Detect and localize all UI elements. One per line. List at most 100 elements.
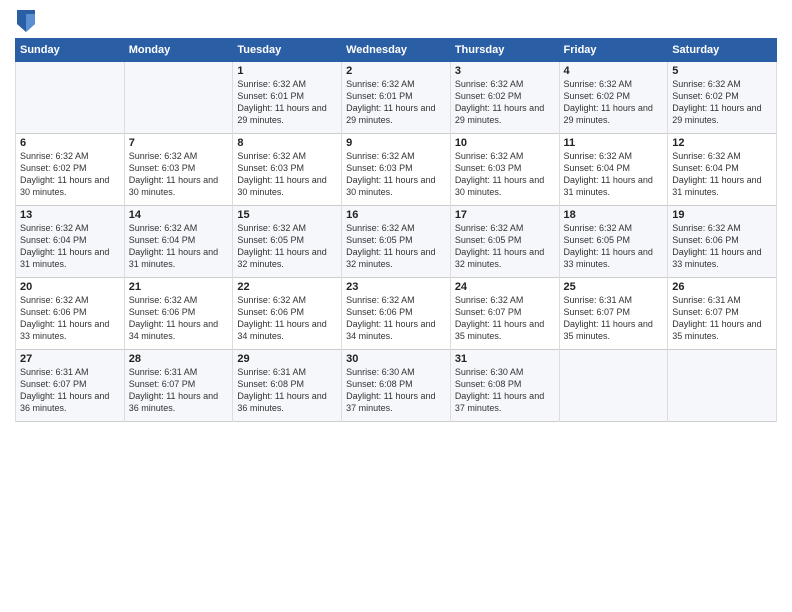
day-info: Sunrise: 6:32 AMSunset: 6:05 PMDaylight:… (455, 222, 555, 271)
logo-icon (17, 10, 35, 32)
day-number: 30 (346, 353, 446, 365)
day-info: Sunrise: 6:32 AMSunset: 6:04 PMDaylight:… (129, 222, 229, 271)
calendar-cell: 12Sunrise: 6:32 AMSunset: 6:04 PMDayligh… (668, 134, 777, 206)
day-info: Sunrise: 6:31 AMSunset: 6:07 PMDaylight:… (564, 294, 664, 343)
day-info: Sunrise: 6:32 AMSunset: 6:05 PMDaylight:… (346, 222, 446, 271)
day-info: Sunrise: 6:31 AMSunset: 6:07 PMDaylight:… (129, 366, 229, 415)
week-row-5: 27Sunrise: 6:31 AMSunset: 6:07 PMDayligh… (16, 350, 777, 422)
day-info: Sunrise: 6:32 AMSunset: 6:06 PMDaylight:… (20, 294, 120, 343)
day-number: 27 (20, 353, 120, 365)
day-info: Sunrise: 6:32 AMSunset: 6:03 PMDaylight:… (346, 150, 446, 199)
column-header-friday: Friday (559, 39, 668, 62)
day-info: Sunrise: 6:32 AMSunset: 6:05 PMDaylight:… (237, 222, 337, 271)
day-number: 8 (237, 137, 337, 149)
calendar-cell: 20Sunrise: 6:32 AMSunset: 6:06 PMDayligh… (16, 278, 125, 350)
calendar-cell: 29Sunrise: 6:31 AMSunset: 6:08 PMDayligh… (233, 350, 342, 422)
day-number: 22 (237, 281, 337, 293)
calendar-cell (16, 62, 125, 134)
calendar-cell: 6Sunrise: 6:32 AMSunset: 6:02 PMDaylight… (16, 134, 125, 206)
calendar-cell: 13Sunrise: 6:32 AMSunset: 6:04 PMDayligh… (16, 206, 125, 278)
day-info: Sunrise: 6:32 AMSunset: 6:03 PMDaylight:… (237, 150, 337, 199)
column-header-saturday: Saturday (668, 39, 777, 62)
day-number: 13 (20, 209, 120, 221)
day-number: 12 (672, 137, 772, 149)
calendar-cell: 9Sunrise: 6:32 AMSunset: 6:03 PMDaylight… (342, 134, 451, 206)
day-info: Sunrise: 6:32 AMSunset: 6:06 PMDaylight:… (672, 222, 772, 271)
day-info: Sunrise: 6:32 AMSunset: 6:01 PMDaylight:… (346, 78, 446, 127)
day-number: 3 (455, 65, 555, 77)
day-info: Sunrise: 6:32 AMSunset: 6:02 PMDaylight:… (20, 150, 120, 199)
calendar-cell: 25Sunrise: 6:31 AMSunset: 6:07 PMDayligh… (559, 278, 668, 350)
day-number: 7 (129, 137, 229, 149)
day-info: Sunrise: 6:32 AMSunset: 6:04 PMDaylight:… (672, 150, 772, 199)
day-number: 9 (346, 137, 446, 149)
calendar-cell: 15Sunrise: 6:32 AMSunset: 6:05 PMDayligh… (233, 206, 342, 278)
column-header-thursday: Thursday (450, 39, 559, 62)
calendar-cell: 2Sunrise: 6:32 AMSunset: 6:01 PMDaylight… (342, 62, 451, 134)
calendar-cell: 18Sunrise: 6:32 AMSunset: 6:05 PMDayligh… (559, 206, 668, 278)
calendar-cell: 8Sunrise: 6:32 AMSunset: 6:03 PMDaylight… (233, 134, 342, 206)
column-header-wednesday: Wednesday (342, 39, 451, 62)
day-number: 31 (455, 353, 555, 365)
day-number: 20 (20, 281, 120, 293)
day-number: 28 (129, 353, 229, 365)
calendar-cell: 30Sunrise: 6:30 AMSunset: 6:08 PMDayligh… (342, 350, 451, 422)
day-info: Sunrise: 6:31 AMSunset: 6:07 PMDaylight:… (20, 366, 120, 415)
column-header-tuesday: Tuesday (233, 39, 342, 62)
day-info: Sunrise: 6:30 AMSunset: 6:08 PMDaylight:… (455, 366, 555, 415)
page: SundayMondayTuesdayWednesdayThursdayFrid… (0, 0, 792, 612)
day-number: 19 (672, 209, 772, 221)
calendar-cell: 17Sunrise: 6:32 AMSunset: 6:05 PMDayligh… (450, 206, 559, 278)
calendar-cell: 26Sunrise: 6:31 AMSunset: 6:07 PMDayligh… (668, 278, 777, 350)
calendar-cell: 21Sunrise: 6:32 AMSunset: 6:06 PMDayligh… (124, 278, 233, 350)
day-number: 4 (564, 65, 664, 77)
day-info: Sunrise: 6:32 AMSunset: 6:06 PMDaylight:… (237, 294, 337, 343)
day-number: 24 (455, 281, 555, 293)
calendar-cell: 5Sunrise: 6:32 AMSunset: 6:02 PMDaylight… (668, 62, 777, 134)
calendar-cell: 24Sunrise: 6:32 AMSunset: 6:07 PMDayligh… (450, 278, 559, 350)
day-info: Sunrise: 6:32 AMSunset: 6:06 PMDaylight:… (129, 294, 229, 343)
day-info: Sunrise: 6:32 AMSunset: 6:04 PMDaylight:… (20, 222, 120, 271)
day-info: Sunrise: 6:31 AMSunset: 6:07 PMDaylight:… (672, 294, 772, 343)
calendar-cell: 16Sunrise: 6:32 AMSunset: 6:05 PMDayligh… (342, 206, 451, 278)
day-info: Sunrise: 6:32 AMSunset: 6:02 PMDaylight:… (455, 78, 555, 127)
day-info: Sunrise: 6:32 AMSunset: 6:06 PMDaylight:… (346, 294, 446, 343)
column-header-monday: Monday (124, 39, 233, 62)
calendar-cell: 7Sunrise: 6:32 AMSunset: 6:03 PMDaylight… (124, 134, 233, 206)
day-number: 25 (564, 281, 664, 293)
day-number: 18 (564, 209, 664, 221)
week-row-2: 6Sunrise: 6:32 AMSunset: 6:02 PMDaylight… (16, 134, 777, 206)
calendar-table: SundayMondayTuesdayWednesdayThursdayFrid… (15, 38, 777, 422)
calendar-cell: 3Sunrise: 6:32 AMSunset: 6:02 PMDaylight… (450, 62, 559, 134)
calendar-cell: 31Sunrise: 6:30 AMSunset: 6:08 PMDayligh… (450, 350, 559, 422)
day-number: 21 (129, 281, 229, 293)
week-row-1: 1Sunrise: 6:32 AMSunset: 6:01 PMDaylight… (16, 62, 777, 134)
calendar-cell: 27Sunrise: 6:31 AMSunset: 6:07 PMDayligh… (16, 350, 125, 422)
week-row-3: 13Sunrise: 6:32 AMSunset: 6:04 PMDayligh… (16, 206, 777, 278)
day-number: 5 (672, 65, 772, 77)
column-header-sunday: Sunday (16, 39, 125, 62)
calendar-cell: 19Sunrise: 6:32 AMSunset: 6:06 PMDayligh… (668, 206, 777, 278)
calendar-cell: 28Sunrise: 6:31 AMSunset: 6:07 PMDayligh… (124, 350, 233, 422)
day-info: Sunrise: 6:32 AMSunset: 6:02 PMDaylight:… (564, 78, 664, 127)
day-number: 16 (346, 209, 446, 221)
day-number: 2 (346, 65, 446, 77)
day-info: Sunrise: 6:31 AMSunset: 6:08 PMDaylight:… (237, 366, 337, 415)
calendar-cell (668, 350, 777, 422)
day-info: Sunrise: 6:32 AMSunset: 6:07 PMDaylight:… (455, 294, 555, 343)
calendar-cell: 10Sunrise: 6:32 AMSunset: 6:03 PMDayligh… (450, 134, 559, 206)
calendar-cell (124, 62, 233, 134)
day-number: 11 (564, 137, 664, 149)
calendar-cell: 23Sunrise: 6:32 AMSunset: 6:06 PMDayligh… (342, 278, 451, 350)
week-row-4: 20Sunrise: 6:32 AMSunset: 6:06 PMDayligh… (16, 278, 777, 350)
header (15, 10, 777, 32)
day-number: 26 (672, 281, 772, 293)
calendar-cell (559, 350, 668, 422)
day-info: Sunrise: 6:30 AMSunset: 6:08 PMDaylight:… (346, 366, 446, 415)
logo (15, 10, 39, 32)
column-headers: SundayMondayTuesdayWednesdayThursdayFrid… (16, 39, 777, 62)
calendar-cell: 11Sunrise: 6:32 AMSunset: 6:04 PMDayligh… (559, 134, 668, 206)
day-info: Sunrise: 6:32 AMSunset: 6:04 PMDaylight:… (564, 150, 664, 199)
calendar-cell: 1Sunrise: 6:32 AMSunset: 6:01 PMDaylight… (233, 62, 342, 134)
calendar-cell: 4Sunrise: 6:32 AMSunset: 6:02 PMDaylight… (559, 62, 668, 134)
